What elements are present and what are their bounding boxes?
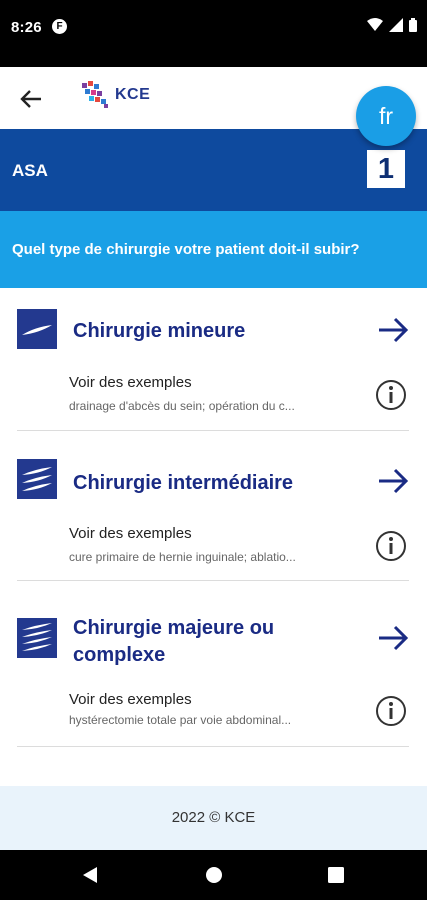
nav-home-button[interactable] xyxy=(204,865,224,885)
signal-icon xyxy=(389,18,403,32)
option-minor-surgery[interactable]: Chirurgie mineure Voir des exemples drai… xyxy=(17,289,409,431)
info-icon[interactable] xyxy=(375,379,407,411)
system-icons xyxy=(367,18,417,32)
examples-label: Voir des exemples xyxy=(69,525,192,542)
square-recents-icon xyxy=(328,867,344,883)
arrow-right-icon[interactable] xyxy=(377,314,409,346)
footer-copyright: 2022 © KCE xyxy=(171,809,256,826)
nav-recents-button[interactable] xyxy=(326,865,346,885)
intermediate-surgery-icon xyxy=(17,459,57,499)
battery-icon xyxy=(409,18,417,32)
examples-text: hystérectomie totale par voie abdominal.… xyxy=(69,713,292,727)
examples-text: drainage d'abcès du sein; opération du c… xyxy=(69,399,295,413)
status-bar: 8:26 F xyxy=(0,0,427,67)
status-time: 8:26 xyxy=(11,19,42,36)
examples-label: Voir des exemples xyxy=(69,374,192,391)
option-title: Chirurgie majeure ou complexe xyxy=(73,617,275,666)
option-major-surgery[interactable]: Chirurgie majeure ou complexe Voir des e… xyxy=(17,582,409,747)
minor-surgery-icon xyxy=(17,309,57,349)
major-surgery-icon xyxy=(17,618,57,658)
logo-text: KCE xyxy=(115,86,151,103)
examples-text: cure primaire de hernie inguinale; ablat… xyxy=(69,550,296,564)
option-title: Chirurgie mineure xyxy=(73,320,246,342)
language-button[interactable]: fr xyxy=(356,86,416,146)
asa-label: ASA xyxy=(12,161,48,180)
nav-back-button[interactable] xyxy=(80,865,100,885)
asa-header: ASA 1 xyxy=(0,129,427,211)
arrow-right-icon[interactable] xyxy=(377,465,409,497)
option-title: Chirurgie intermédiaire xyxy=(73,472,294,494)
wifi-icon xyxy=(367,18,383,31)
question-text: Quel type de chirurgie votre patient doi… xyxy=(12,241,360,258)
info-icon[interactable] xyxy=(375,695,407,727)
triangle-back-icon xyxy=(83,867,97,883)
question-header: Quel type de chirurgie votre patient doi… xyxy=(0,211,427,288)
footer: 2022 © KCE xyxy=(0,786,427,850)
back-button[interactable] xyxy=(16,84,46,114)
notification-icon: F xyxy=(52,19,67,34)
asa-value-badge: 1 xyxy=(367,150,405,188)
info-icon[interactable] xyxy=(375,530,407,562)
kce-logo-icon xyxy=(82,81,108,108)
arrow-left-icon xyxy=(20,90,41,108)
arrow-right-icon[interactable] xyxy=(377,622,409,654)
circle-home-icon xyxy=(206,867,222,883)
system-nav-bar xyxy=(0,850,427,900)
kce-logo: KCE xyxy=(80,81,150,109)
examples-label: Voir des exemples xyxy=(69,691,192,708)
option-intermediate-surgery[interactable]: Chirurgie intermédiaire Voir des exemple… xyxy=(17,432,409,581)
